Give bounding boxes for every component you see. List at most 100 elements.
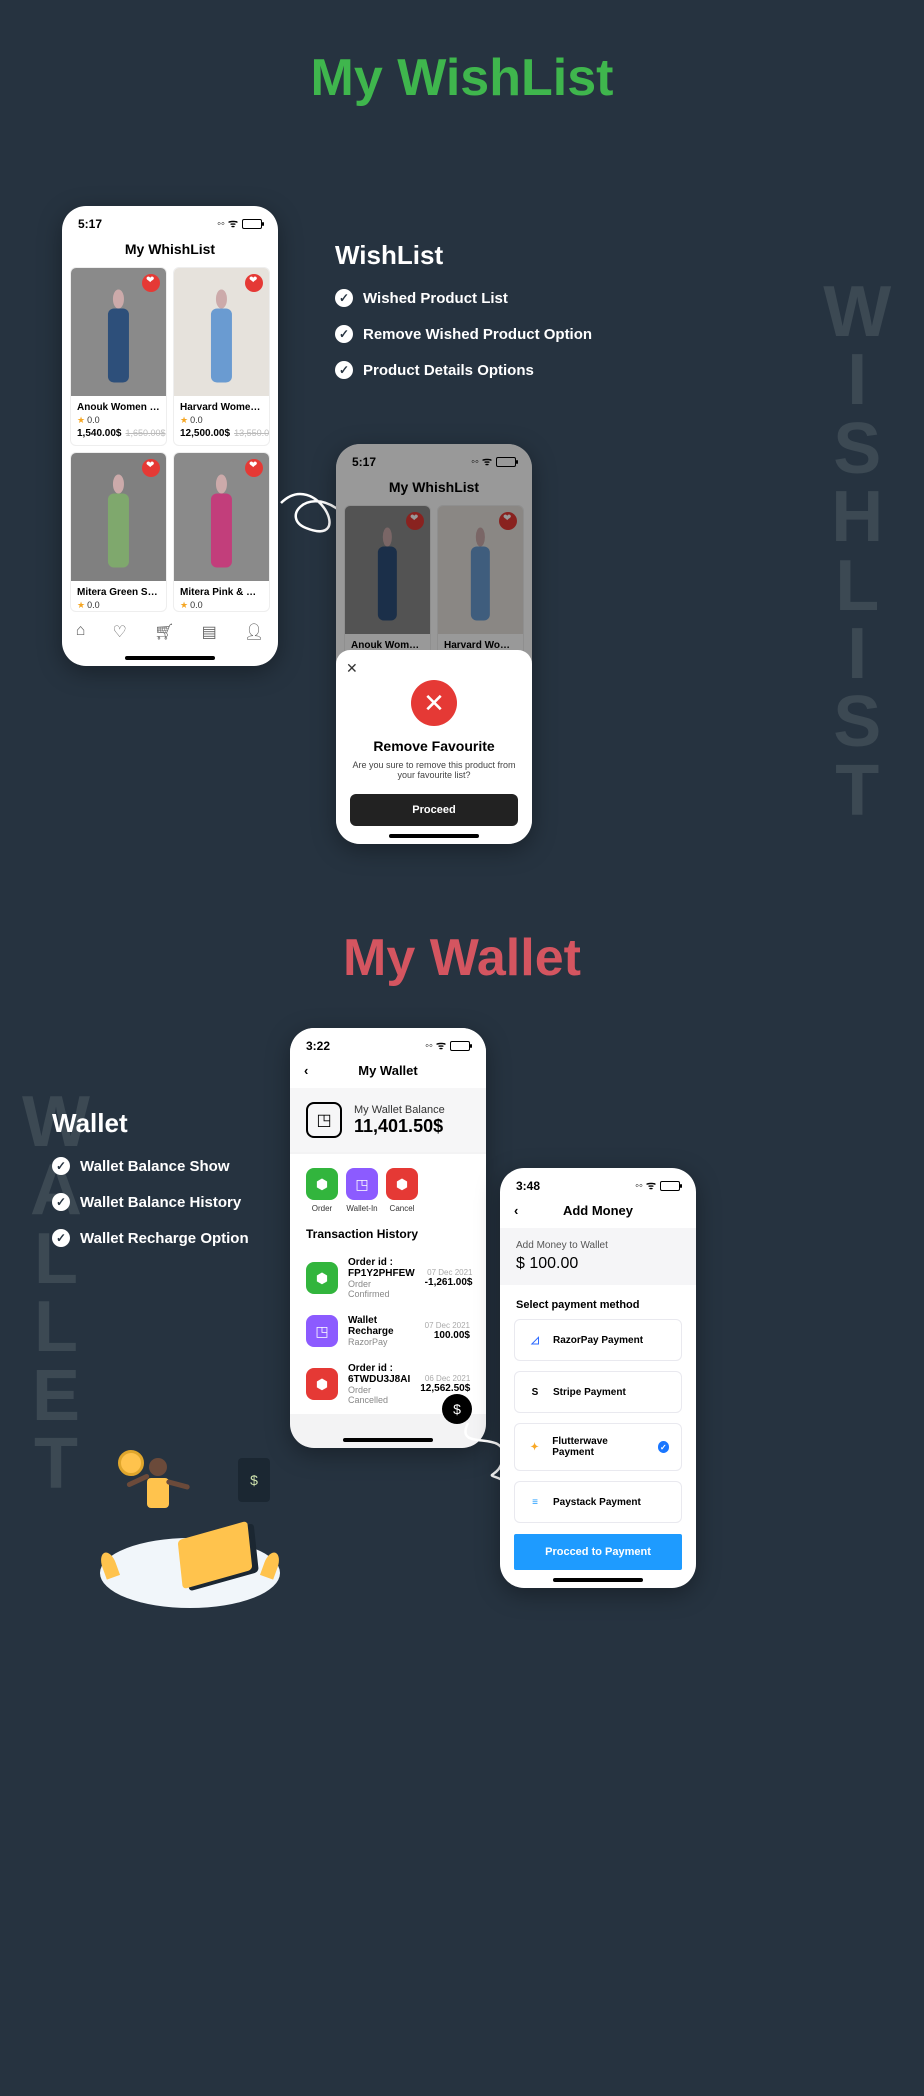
wallet-feature-item: ✓Wallet Balance Show [52,1157,249,1175]
home-indicator [553,1578,643,1582]
transaction-row[interactable]: ⬢ Order id : FP1Y2PHFEWOrder Confirmed 0… [290,1249,486,1307]
payment-method-razorpay[interactable]: ◿RazorPay Payment [514,1319,682,1361]
user-icon[interactable]: 👤︎ [244,622,264,642]
cart-icon[interactable]: 🛒︎ [154,622,174,642]
wallet-balance-box: ◳ My Wallet Balance 11,401.50$ [290,1088,486,1152]
close-icon[interactable]: ✕ [346,660,358,677]
heart-icon[interactable] [245,274,263,292]
check-icon: ✓ [52,1157,70,1175]
check-icon: ✓ [52,1193,70,1211]
selected-check-icon: ✓ [658,1441,669,1453]
wallet-in-icon: ◳ [346,1168,378,1200]
wifi-icon: ◦◦ ᯤ [635,1178,656,1193]
box-icon: ⬢ [306,1262,338,1294]
page-title: My Wallet [290,1063,486,1078]
note-icon[interactable]: ▤ [202,622,217,642]
wishlist-feature-item: ✓Product Details Options [335,361,592,379]
proceed-button[interactable]: Proceed [350,794,518,826]
wallet-feature-title: Wallet [52,1108,249,1139]
battery-icon [242,219,262,229]
paystack-icon: ≡ [527,1494,543,1510]
cancel-icon: ⬢ [306,1368,338,1400]
heart-icon[interactable] [245,459,263,477]
product-price: 12,500.00$13,550.00$ [174,426,269,445]
status-bar: 3:48 ◦◦ ᯤ [500,1168,696,1197]
bottom-tabbar: ⌂ ♡ 🛒︎ ▤ 👤︎ [62,612,278,660]
product-name: Anouk Women Blu... [71,396,166,415]
phone-wishlist-modal: 5:17 ◦◦ ᯤ My WhishList Anouk Women Blu..… [336,444,532,844]
product-card[interactable]: Mitera Pink & Gold... 0.0 [173,452,270,612]
check-icon: ✓ [335,325,353,343]
razorpay-icon: ◿ [527,1332,543,1348]
product-rating: 0.0 [71,415,166,426]
amount-value[interactable]: $ 100.00 [516,1255,680,1273]
wallet-feature-item: ✓Wallet Balance History [52,1193,249,1211]
sheet-title: Remove Favourite [350,738,518,754]
phone-wallet: 3:22 ◦◦ ᯤ ‹ My Wallet ◳ My Wallet Balanc… [290,1028,486,1448]
transaction-row[interactable]: ◳ Wallet RechargeRazorPay 07 Dec 2021100… [290,1307,486,1355]
wifi-icon: ◦◦ ᯤ [217,216,238,231]
product-rating: 0.0 [174,600,269,611]
heart-icon[interactable] [142,459,160,477]
action-cancel[interactable]: ⬢Cancel [386,1168,418,1213]
status-time: 3:48 [516,1179,540,1193]
check-icon: ✓ [335,361,353,379]
battery-icon [450,1041,470,1051]
home-indicator [389,834,479,838]
heart-outline-icon[interactable]: ♡ [113,622,127,642]
proceed-payment-button[interactable]: Procced to Payment [514,1534,682,1570]
product-card[interactable]: Harvard Women Bl... 0.0 12,500.00$13,550… [173,267,270,446]
balance-label: My Wallet Balance [354,1104,445,1116]
payment-method-flutterwave[interactable]: ✦Flutterwave Payment✓ [514,1423,682,1471]
add-money-fab[interactable]: $ [442,1394,472,1424]
bg-text-wishlist: WISHLIST [823,278,902,825]
sheet-text: Are you sure to remove this product from… [350,760,518,780]
wishlist-features: WishList ✓Wished Product List ✓Remove Wi… [335,240,592,397]
add-money-amount-box: Add Money to Wallet $ 100.00 [500,1228,696,1285]
wallet-in-icon: ◳ [306,1315,338,1347]
section-title-wallet: My Wallet [0,928,924,988]
home-icon[interactable]: ⌂ [76,622,86,642]
action-wallet-in[interactable]: ◳Wallet-In [346,1168,378,1213]
wallet-icon: ◳ [306,1102,342,1138]
heart-icon[interactable] [142,274,160,292]
home-indicator [125,656,215,660]
action-order[interactable]: ⬢Order [306,1168,338,1213]
cancel-icon: ⬢ [386,1168,418,1200]
battery-icon [660,1181,680,1191]
box-icon: ⬢ [306,1168,338,1200]
phone-wishlist: 5:17 ◦◦ ᯤ My WhishList Anouk Women Blu..… [62,206,278,666]
page-title: My WhishList [62,235,278,267]
product-name: Mitera Pink & Gold... [174,581,269,600]
payment-method-title: Select payment method [500,1285,696,1319]
section-title-wishlist: My WishList [0,48,924,108]
wishlist-feature-title: WishList [335,240,592,271]
phone-add-money: 3:48 ◦◦ ᯤ ‹ Add Money Add Money to Walle… [500,1168,696,1588]
transaction-history-title: Transaction History [290,1217,486,1249]
nav-header: ‹ My Wallet [290,1057,486,1088]
nav-header: ‹ Add Money [500,1197,696,1228]
status-time: 5:17 [78,217,102,231]
product-name: Mitera Green Semi... [71,581,166,600]
wishlist-feature-item: ✓Remove Wished Product Option [335,325,592,343]
back-icon[interactable]: ‹ [514,1203,518,1218]
status-time: 3:22 [306,1039,330,1053]
wifi-icon: ◦◦ ᯤ [425,1038,446,1053]
back-icon[interactable]: ‹ [304,1063,308,1078]
product-name: Harvard Women Bl... [174,396,269,415]
product-card[interactable]: Mitera Green Semi... 0.0 [70,452,167,612]
wallet-features: Wallet ✓Wallet Balance Show ✓Wallet Bala… [52,1108,249,1265]
amount-label: Add Money to Wallet [516,1240,680,1251]
check-icon: ✓ [52,1229,70,1247]
wallet-actions: ⬢Order ◳Wallet-In ⬢Cancel [290,1154,486,1217]
flutterwave-icon: ✦ [527,1439,542,1455]
payment-method-stripe[interactable]: SStripe Payment [514,1371,682,1413]
payment-method-paystack[interactable]: ≡Paystack Payment [514,1481,682,1523]
wishlist-feature-item: ✓Wished Product List [335,289,592,307]
error-circle-icon: ✕ [411,680,457,726]
product-card[interactable]: Anouk Women Blu... 0.0 1,540.00$1,650.00… [70,267,167,446]
product-price: 1,540.00$1,650.00$ [71,426,166,445]
remove-favourite-sheet: ✕ ✕ Remove Favourite Are you sure to rem… [336,650,532,844]
status-bar: 3:22 ◦◦ ᯤ [290,1028,486,1057]
home-indicator [343,1438,433,1442]
